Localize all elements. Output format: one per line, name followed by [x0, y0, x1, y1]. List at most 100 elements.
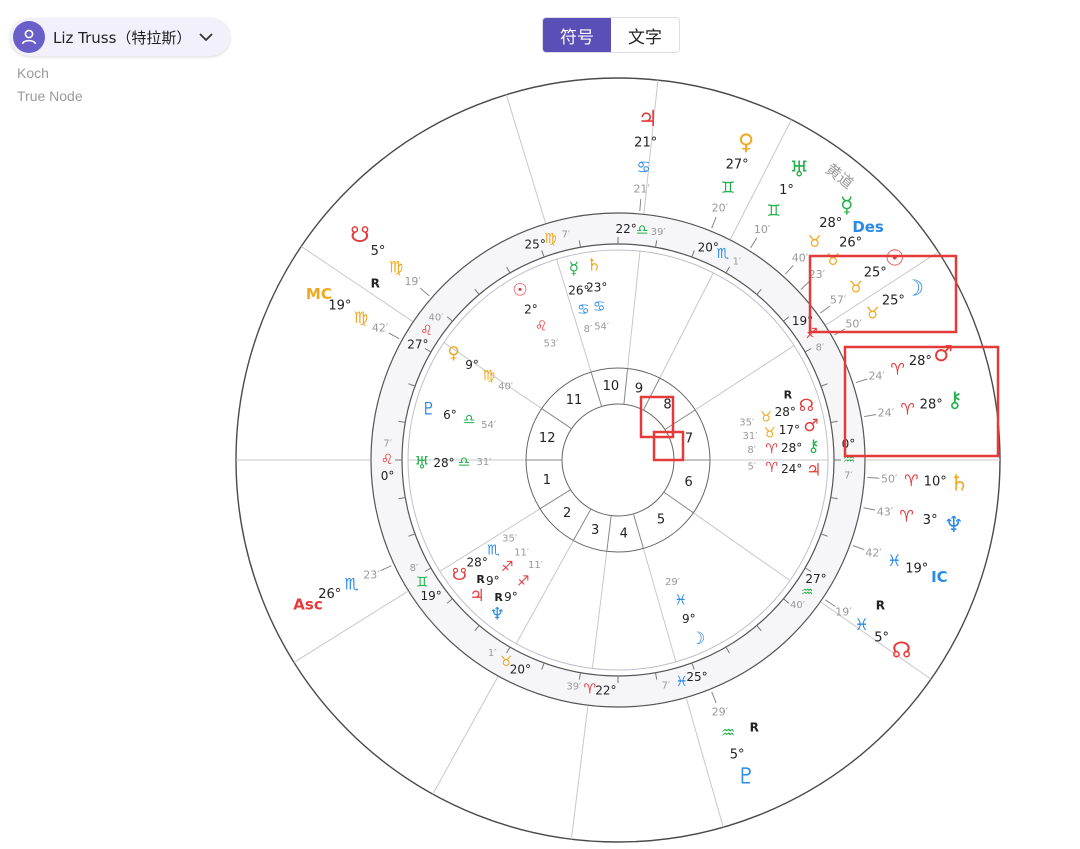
outer-degree: 5°: [874, 630, 889, 645]
outer-sign: ♓: [855, 615, 869, 634]
mars-inner-glyph: ♂: [803, 416, 818, 436]
inner-degree: 9°: [504, 590, 518, 604]
saturn-outer-glyph: ♄: [949, 471, 969, 496]
inner-sign: ♉: [763, 425, 776, 441]
inner-sign: ♋: [593, 299, 606, 315]
cusp-minute: 1′: [488, 648, 497, 659]
outer-degree: 25°: [882, 294, 905, 309]
inner-minute: 35′: [739, 418, 755, 429]
moon-inner-glyph: ☽: [690, 629, 705, 649]
inner-minute: 54′: [594, 322, 610, 333]
neptune-inner-glyph: ♆: [490, 605, 505, 625]
cusp-minute: 7′: [844, 471, 853, 482]
outer-sign: ♓: [887, 551, 901, 570]
house-number: 12: [539, 431, 556, 446]
cusp-minute: 7′: [383, 438, 392, 449]
house-number: 6: [684, 475, 692, 490]
inner-degree: 28°: [775, 405, 796, 419]
house-number: 11: [566, 393, 583, 408]
outer-degree: 5°: [371, 244, 386, 259]
ic-outer-glyph: IC: [931, 568, 948, 586]
outer-degree: 26°: [839, 236, 862, 251]
outer-minute: 40′: [792, 251, 809, 264]
chiron-inner-glyph: ⚷: [807, 436, 819, 456]
sun-inner-glyph: ☉: [512, 280, 527, 300]
inner-sign: ♐: [501, 559, 514, 575]
outer-sign: ♉: [826, 250, 840, 269]
cusp-minute: 40′: [429, 312, 445, 323]
outer-degree: 10°: [924, 475, 947, 490]
outer-minute: 42′: [865, 547, 882, 560]
outer-degree: 21°: [634, 136, 657, 151]
inner-degree: 6°: [443, 408, 457, 422]
cusp-sign: ♓: [675, 674, 688, 690]
jupiter-outer-glyph: ♃: [638, 107, 658, 132]
cusp-degree: 22°: [615, 222, 636, 236]
outer-minute: 24′: [868, 369, 885, 382]
jupiter-2-inner-glyph: ♃: [806, 460, 821, 480]
outer-minute: 24′: [878, 406, 895, 419]
inner-sign: ♎: [463, 412, 476, 428]
pluto-inner-glyph: ♇: [421, 399, 436, 419]
cusp-sign: ♒: [801, 585, 814, 601]
outer-degree: 28°: [920, 397, 943, 412]
inner-sign: ♌: [535, 319, 548, 335]
cusp-sign: ♏: [717, 246, 730, 262]
inner-sign: ♍: [483, 368, 496, 384]
outer-sign: ♈: [890, 360, 904, 379]
outer-minute: 29′: [712, 706, 729, 719]
outer-minute: 10′: [754, 223, 771, 236]
inner-sign: ♏: [487, 543, 500, 559]
outer-minute: 50′: [881, 473, 898, 486]
pluto-outer-glyph: ♇: [736, 765, 756, 790]
north-node-outer-glyph: ☊: [892, 639, 912, 664]
outer-minute: 19′: [835, 606, 852, 619]
cusp-sign: ♉: [500, 654, 513, 670]
outer-sign: ♈: [900, 399, 914, 418]
inner-minute: 31′: [743, 431, 759, 442]
venus-inner-glyph: ♀: [447, 343, 459, 363]
retrograde-marker: R: [750, 720, 759, 734]
cusp-minute: 40′: [790, 600, 806, 611]
south-node-outer-glyph: ☋: [350, 223, 370, 248]
outer-minute: 20′: [712, 201, 729, 214]
outer-sign: ♉: [865, 304, 879, 323]
outer-degree: 3°: [923, 513, 938, 528]
outer-degree: 19°: [328, 298, 351, 313]
inner-sign: ♓: [674, 593, 687, 609]
house-number: 5: [657, 513, 665, 528]
mercury-inner-glyph: ☿: [569, 259, 579, 279]
cusp-sign: ♊: [416, 574, 429, 590]
chiron-outer-glyph: ⚷: [947, 388, 963, 413]
cusp-degree: 20°: [510, 662, 531, 676]
house-number: 9: [635, 382, 643, 397]
outer-sign: ♉: [808, 232, 822, 251]
outer-sign: ♈: [904, 471, 918, 490]
outer-minute: 50′: [845, 318, 862, 331]
cusp-sign: ♈: [584, 681, 597, 697]
inner-minute: 8′: [747, 445, 756, 456]
inner-minute: 54′: [481, 420, 497, 431]
retrograde-marker: R: [784, 388, 793, 401]
inner-minute: 40′: [498, 382, 514, 393]
inner-minute: 53′: [544, 339, 560, 350]
inner-minute: 29′: [665, 577, 681, 588]
cusp-degree: 19°: [420, 589, 441, 603]
inner-degree: 24°: [781, 462, 802, 476]
outer-degree: 1°: [779, 183, 794, 198]
inner-minute: 35′: [502, 533, 518, 544]
outer-sign: ♒: [721, 723, 735, 742]
cusp-minute: 8′: [816, 343, 825, 354]
outer-sign: ♊: [721, 178, 735, 197]
outer-degree: 28°: [909, 354, 932, 369]
outer-minute: 21′: [633, 183, 650, 196]
outer-minute: 23′: [363, 569, 380, 582]
venus-outer-glyph: ♀: [738, 130, 754, 155]
inner-degree: 9°: [486, 574, 500, 588]
house-number: 7: [685, 432, 693, 447]
cusp-degree: 25°: [525, 237, 546, 251]
outer-degree: 19°: [905, 561, 928, 576]
inner-sign: ♈: [766, 460, 779, 476]
retrograde-marker: R: [476, 573, 485, 586]
inner-degree: 28°: [433, 456, 454, 470]
